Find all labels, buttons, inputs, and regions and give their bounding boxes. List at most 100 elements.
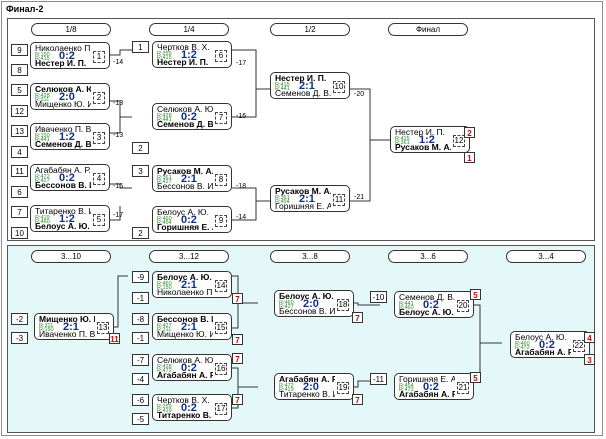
seed-box: 10 bbox=[11, 227, 28, 239]
match-number: 10 bbox=[333, 81, 345, 93]
seed-box: -5 bbox=[132, 413, 149, 425]
match-card[interactable]: Мищенко Ю. И. R:311 2:1 R:150 Иваченко П… bbox=[34, 313, 114, 340]
match-card[interactable]: Белоус А. Ю. R:460 2:1 R:150 Николаенко … bbox=[152, 271, 232, 298]
round-header-3-10: 3...10 bbox=[31, 250, 111, 263]
seed-box: 2 bbox=[132, 227, 149, 239]
place-badge: 7 bbox=[232, 334, 243, 345]
loser-link-label: -13 bbox=[113, 132, 124, 139]
match-card[interactable]: Титаренко В. И. R:419 1:2 R:460 Белоус А… bbox=[30, 205, 110, 232]
place-badge: 5 bbox=[470, 372, 481, 383]
seed-box: 8 bbox=[11, 64, 28, 76]
seed-box: -7 bbox=[132, 354, 149, 366]
seed-box: 2 bbox=[132, 142, 149, 154]
match-number: 20 bbox=[457, 300, 469, 312]
player-name: Титаренко В. И. bbox=[157, 410, 213, 420]
seed-box: 12 bbox=[11, 105, 28, 117]
place-badge: 7 bbox=[352, 312, 363, 323]
consolation-bracket-lines bbox=[108, 275, 502, 409]
seed-box: 1 bbox=[132, 41, 149, 53]
round-header-1-2: 1/2 bbox=[270, 23, 350, 36]
match-number: 6 bbox=[215, 50, 227, 62]
player-name: Семенов Д. В. bbox=[157, 119, 213, 129]
player-name: Агабабян А. Р. bbox=[399, 389, 455, 399]
match-card[interactable]: Белоус А. Ю. R:460 0:2 R:472 Агабабян А.… bbox=[510, 331, 590, 358]
match-card[interactable]: Чертков В. Х. R:259 1:2 R:415 Нестер И. … bbox=[152, 41, 232, 68]
seed-box: 3 bbox=[132, 165, 149, 177]
player-name: Мищенко Ю. И. bbox=[35, 99, 91, 109]
player-name: Белоус А. Ю. bbox=[399, 307, 454, 317]
match-number: 2 bbox=[93, 92, 105, 104]
match-card[interactable]: Русаков М. А. R:361 2:1 R:427 Бессонов В… bbox=[152, 165, 232, 192]
match-card[interactable]: Иваченко П. В. R:150 1:2 R:441 Семенов Д… bbox=[30, 123, 110, 150]
match-card[interactable]: Семенов Д. В. R:441 0:2 R:460 Белоус А. … bbox=[394, 291, 474, 318]
place-badge: 3 bbox=[584, 354, 595, 365]
seed-box: -10 bbox=[370, 291, 387, 303]
seed-box: -1 bbox=[132, 292, 149, 304]
loser-link-label: -17 bbox=[113, 212, 124, 219]
player-name: Агабабян А. Р. bbox=[515, 347, 571, 357]
match-card[interactable]: Агабабян А. Р. R:472 0:2 R:427 Бессонов … bbox=[30, 164, 110, 191]
match-number: 17 bbox=[215, 403, 227, 415]
place-badge: 11 bbox=[109, 333, 120, 344]
player-name: Белоус А. Ю. bbox=[35, 221, 90, 231]
main-bracket-panel: 1/8 1/4 1/2 Финал 9 8 5 12 13 4 11 6 7 1… bbox=[7, 18, 595, 241]
match-card[interactable]: Белоус А. Ю. R:460 2:0 R:427 Бессонов В.… bbox=[274, 290, 354, 317]
player-name: Мищенко Ю. И. bbox=[157, 329, 213, 339]
player-name: Бессонов В. И. bbox=[157, 181, 213, 191]
player-name: Агабабян А. Р. bbox=[157, 370, 213, 380]
player-name: Бессонов В. И. bbox=[35, 180, 91, 190]
seed-box: -11 bbox=[370, 373, 387, 385]
match-card[interactable]: Селюков А. Ю. R:428 2:0 R:311 Мищенко Ю.… bbox=[30, 83, 110, 110]
match-number: 16 bbox=[215, 363, 227, 375]
match-number: 4 bbox=[93, 173, 105, 185]
loser-link-label: -13 bbox=[113, 100, 124, 107]
match-number: 11 bbox=[333, 194, 345, 206]
round-header-3-8: 3...8 bbox=[270, 250, 350, 263]
player-name: Семенов Д. В. bbox=[35, 139, 91, 149]
round-header-final: Финал bbox=[388, 23, 468, 36]
match-card[interactable]: Горишняя Е. А. R:454 0:2 R:472 Агабабян … bbox=[394, 373, 474, 400]
loser-link-label: -20 bbox=[354, 91, 365, 98]
loser-link-label: -18 bbox=[236, 183, 247, 190]
seed-box: -4 bbox=[132, 373, 149, 385]
seed-box: -1 bbox=[132, 332, 149, 344]
seed-box: 7 bbox=[11, 206, 28, 218]
seed-box: -9 bbox=[132, 271, 149, 283]
seed-box: -6 bbox=[132, 394, 149, 406]
place-badge: 5 bbox=[470, 289, 481, 300]
match-card[interactable]: Николаенко П. R:150 0:2 R:415 Нестер И. … bbox=[30, 42, 110, 69]
place-badge: 1 bbox=[464, 152, 475, 163]
seed-box: 11 bbox=[11, 165, 28, 177]
match-card[interactable]: Белоус А. Ю. R:460 0:2 R:454 Горишняя Е.… bbox=[152, 206, 232, 233]
player-name: Титаренко В. И. bbox=[279, 389, 335, 399]
match-card[interactable]: Бессонов В. И. R:427 2:1 R:311 Мищенко Ю… bbox=[152, 313, 232, 340]
match-card[interactable]: Чертков В. Х. R:259 0:2 R:419 Титаренко … bbox=[152, 394, 232, 421]
match-card[interactable]: Агабабян А. Р. R:472 2:0 R:419 Титаренко… bbox=[274, 373, 354, 400]
match-number: 9 bbox=[215, 215, 227, 227]
round-header-3-4: 3...4 bbox=[506, 250, 586, 263]
seed-box: 6 bbox=[11, 186, 28, 198]
player-name: Бессонов В. И. bbox=[279, 306, 335, 316]
player-name: Горишняя Е. А. bbox=[157, 222, 213, 232]
match-number: 14 bbox=[215, 280, 227, 292]
match-card[interactable]: Русаков М. А. R:361 2:1 R:454 Горишняя Е… bbox=[270, 185, 350, 212]
final-match-card[interactable]: Нестер И. П. R:415 1:2 R:361 Русаков М. … bbox=[390, 126, 470, 153]
consolation-bracket-panel: 3...10 3...12 3...8 3...6 3...4 -2 -3 -9… bbox=[7, 245, 595, 433]
place-badge: 7 bbox=[352, 394, 363, 405]
window-title: Финал-2 bbox=[6, 4, 44, 14]
match-number: 3 bbox=[93, 132, 105, 144]
loser-link-label: -16 bbox=[236, 113, 247, 120]
match-number: 5 bbox=[93, 214, 105, 226]
match-number: 8 bbox=[215, 174, 227, 186]
match-card[interactable]: Селюков А. Ю. R:428 0:2 R:441 Семенов Д.… bbox=[152, 103, 232, 130]
match-number: 7 bbox=[215, 112, 227, 124]
seed-box: -2 bbox=[11, 313, 28, 325]
seed-box: 9 bbox=[11, 44, 28, 56]
match-card[interactable]: Селюков А. Ю. R:428 0:2 R:472 Агабабян А… bbox=[152, 354, 232, 381]
player-name: Русаков М. А. bbox=[395, 142, 451, 152]
match-card[interactable]: Нестер И. П. R:415 2:1 R:441 Семенов Д. … bbox=[270, 72, 350, 99]
player-name: Нестер И. П. bbox=[35, 58, 87, 68]
seed-box: -3 bbox=[11, 332, 28, 344]
player-name: Нестер И. П. bbox=[157, 57, 209, 67]
seed-box: 13 bbox=[11, 125, 28, 137]
